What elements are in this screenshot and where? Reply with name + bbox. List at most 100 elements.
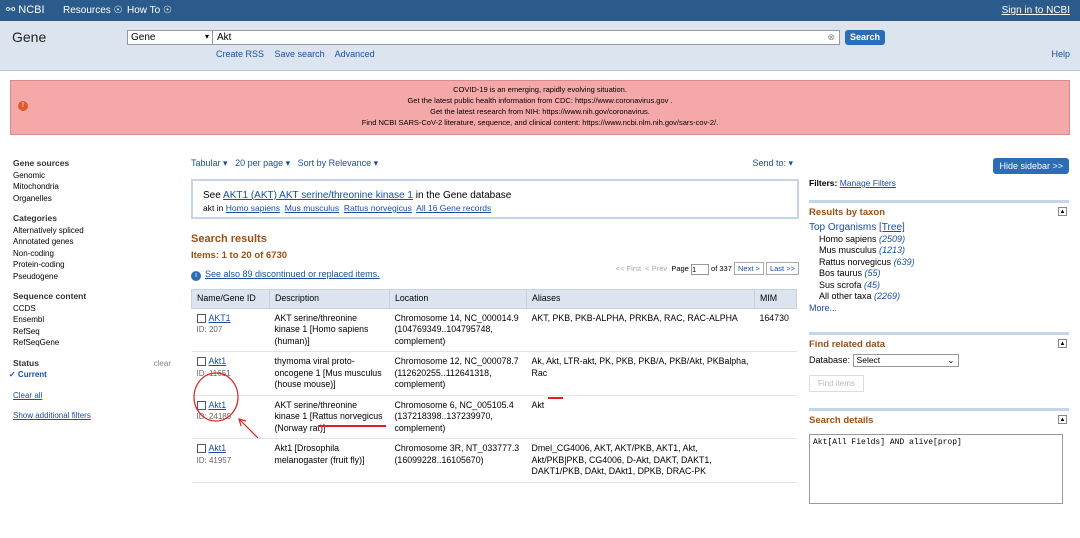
taxon-name[interactable]: Sus scrofa [819, 280, 862, 290]
info-icon: i [191, 271, 201, 281]
alert-icon: ! [18, 101, 28, 111]
taxon-count: (2269) [874, 291, 901, 301]
resources-menu[interactable]: Resources ☉ [63, 5, 123, 16]
ncbi-logo[interactable]: ⚯ NCBI [6, 3, 45, 16]
advanced-link[interactable]: Advanced [335, 49, 375, 59]
clear-status-link[interactable]: clear [154, 358, 171, 370]
taxon-count: (45) [864, 279, 881, 290]
gene-aliases: Dmel_CG4006, AKT, AKT/PKB, AKT1, Akt, Ak… [526, 438, 755, 483]
akt1-gene-link[interactable]: AKT1 (AKT) AKT serine/threonine kinase 1 [223, 190, 413, 201]
show-filters-link[interactable]: Show additional filters [13, 411, 91, 420]
database-dropdown[interactable]: Select ⌄ [852, 354, 959, 367]
covid-line[interactable]: Find NCBI SARS-CoV-2 literature, sequenc… [11, 117, 1069, 128]
col-header[interactable]: Description [269, 289, 390, 309]
gene-link[interactable]: AKT1 [209, 313, 231, 323]
col-header[interactable]: Name/Gene ID [191, 289, 270, 309]
col-header[interactable]: Aliases [526, 289, 755, 309]
help-link[interactable]: Help [1051, 49, 1070, 59]
results-title: Search results [191, 233, 267, 245]
org-link[interactable]: Rattus norvegicus [344, 203, 412, 213]
gene-link[interactable]: Akt1 [209, 356, 227, 366]
search-details-panel: ▲ Search details Akt[All Fields] AND ali… [809, 408, 1069, 504]
top-organisms-link[interactable]: Top Organisms [809, 222, 876, 233]
row-checkbox[interactable] [196, 357, 206, 367]
create-rss-link[interactable]: Create RSS [216, 49, 264, 59]
org-link[interactable]: Mus musculus [285, 203, 339, 213]
sort-dropdown[interactable]: Sort by Relevance ▾ [298, 158, 379, 168]
prev-page[interactable]: < Prev [645, 264, 667, 273]
items-count: Items: 1 to 20 of 6730 [191, 250, 288, 261]
gene-location: Chromosome 6, NC_005105.4 (137218398..13… [389, 395, 527, 439]
taxon-name[interactable]: All other taxa [819, 291, 872, 301]
next-page[interactable]: Next > [733, 262, 764, 275]
tree-link[interactable]: [Tree] [879, 222, 905, 233]
taxon-name[interactable]: Bos taurus [819, 268, 862, 278]
col-header[interactable]: MIM [754, 289, 797, 309]
taxon-name[interactable]: Mus musculus [819, 245, 877, 255]
row-checkbox[interactable] [196, 444, 206, 454]
filter-item[interactable]: RefSeqGene [13, 337, 173, 349]
results-main: Tabular ▾ 20 per page ▾ Sort by Relevanc… [191, 158, 799, 483]
filter-heading: Categories [13, 213, 57, 223]
gene-location: Chromosome 3R, NT_033777.3 (16099228..16… [389, 438, 527, 483]
all-records-link[interactable]: All 16 Gene records [416, 203, 491, 213]
more-link[interactable]: More... [809, 303, 837, 313]
format-dropdown[interactable]: Tabular ▾ [191, 158, 228, 168]
filter-item[interactable]: Alternatively spliced [13, 225, 173, 237]
taxon-name[interactable]: Homo sapiens [819, 234, 877, 244]
filter-item[interactable]: RefSeq [13, 326, 173, 338]
col-header[interactable]: Location [389, 289, 527, 309]
collapse-icon[interactable]: ▲ [1058, 415, 1067, 424]
search-details-textarea[interactable]: Akt[All Fields] AND alive[prop] [809, 434, 1063, 504]
filter-item[interactable]: CCDS [13, 303, 173, 315]
filter-item-current[interactable]: ✓ Current [9, 369, 173, 381]
search-input[interactable]: Akt ⊗ [212, 30, 840, 45]
search-sublinks: Create RSS Save search Advanced [216, 49, 383, 59]
filter-item[interactable]: Organelles [13, 193, 173, 205]
gene-id: ID: 11651 [196, 368, 231, 378]
gene-link[interactable]: Akt1 [209, 443, 227, 453]
filter-item[interactable]: Protein-coding [13, 259, 173, 271]
org-link[interactable]: Homo sapiens [226, 203, 280, 213]
per-page-dropdown[interactable]: 20 per page ▾ [235, 158, 290, 168]
gene-mim[interactable]: 164730 [754, 308, 797, 352]
sign-in-link[interactable]: Sign in to NCBI [1002, 5, 1070, 16]
pager: << First < Prev Page of 337 Next > Last … [616, 262, 799, 275]
row-checkbox[interactable] [196, 400, 206, 410]
find-items-button[interactable]: Find items [809, 375, 864, 392]
save-search-link[interactable]: Save search [275, 49, 325, 59]
search-button[interactable]: Search [845, 30, 885, 45]
table-row: Akt1 ID: 41957 Akt1 [Drosophila melanogas… [191, 438, 797, 483]
send-to-dropdown[interactable]: Send to: ▾ [752, 158, 793, 169]
panel-title: Find related data [809, 339, 886, 350]
hide-sidebar-button[interactable]: Hide sidebar >> [993, 158, 1069, 174]
filter-item[interactable]: Genomic [13, 170, 173, 182]
taxon-count: (1213) [879, 245, 906, 255]
gene-link[interactable]: Akt1 [209, 400, 227, 410]
manage-filters-link[interactable]: Manage Filters [840, 178, 896, 188]
filter-item[interactable]: Mitochondria [13, 181, 173, 193]
taxon-name[interactable]: Rattus norvegicus [819, 257, 891, 267]
filter-item[interactable]: Non-coding [13, 248, 173, 260]
collapse-icon[interactable]: ▲ [1058, 339, 1067, 348]
database-select[interactable]: Gene ▾ [127, 30, 213, 45]
discontinued-link[interactable]: See also 89 discontinued or replaced ite… [205, 269, 380, 279]
gene-description: thymoma viral proto-oncogene 1 [Mus musc… [269, 351, 390, 396]
covid-line[interactable]: Get the latest public health information… [11, 95, 1069, 106]
collapse-icon[interactable]: ▲ [1058, 207, 1067, 216]
row-checkbox[interactable] [196, 313, 206, 323]
filter-item[interactable]: Ensembl [13, 314, 173, 326]
last-page[interactable]: Last >> [765, 262, 799, 275]
table-row: Akt1 ID: 24185 AKT serine/threonine kinas… [191, 395, 797, 439]
clear-all-link[interactable]: Clear all [13, 391, 42, 400]
filter-heading: Gene sources [13, 158, 70, 168]
page-input[interactable] [690, 263, 709, 275]
filter-item[interactable]: Annotated genes [13, 236, 173, 248]
clear-icon[interactable]: ⊗ [827, 32, 835, 43]
gene-mim [754, 351, 797, 396]
howto-menu[interactable]: How To ☉ [127, 5, 172, 16]
filter-item[interactable]: Pseudogene [13, 271, 173, 283]
covid-line[interactable]: Get the latest research from NIH: https:… [11, 106, 1069, 117]
gene-id: ID: 24185 [196, 412, 232, 421]
first-page[interactable]: << First [616, 264, 641, 273]
